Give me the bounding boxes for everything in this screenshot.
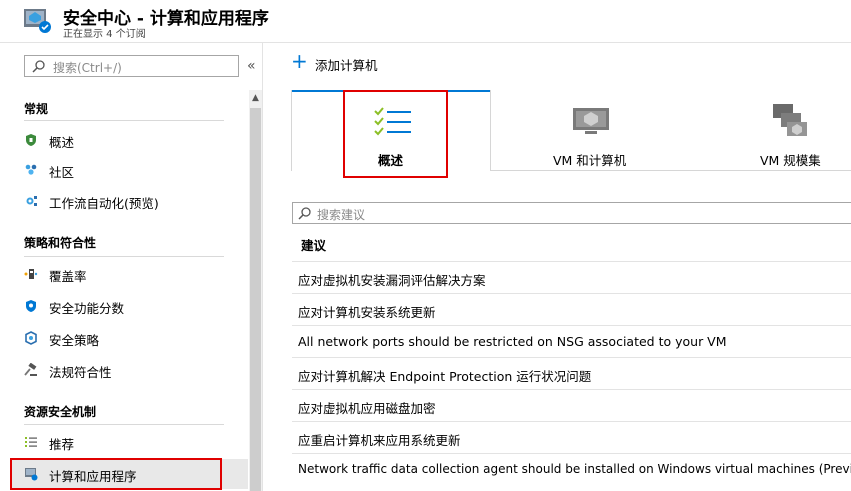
sidebar-divider: [262, 43, 263, 491]
sidebar-item-recommendations[interactable]: 推荐: [10, 427, 248, 457]
search-placeholder: 搜索建议: [317, 208, 366, 222]
list-icon: [24, 434, 38, 448]
tab-vmss-label: VM 规模集: [760, 153, 821, 168]
coverage-icon: [24, 266, 38, 280]
vm-icon: [573, 106, 609, 140]
search-icon: [32, 60, 45, 73]
search-icon: [298, 207, 311, 220]
collapse-sidebar-button[interactable]: «: [247, 58, 256, 74]
compliance-icon: [24, 362, 38, 376]
community-icon: [24, 162, 38, 176]
sidebar-item-security-policy[interactable]: 安全策略: [10, 323, 248, 353]
column-header-recommendation[interactable]: 建议: [301, 235, 326, 254]
table-row[interactable]: 应对虚拟机应用磁盘加密: [292, 389, 851, 422]
subscription-count: 正在显示 4 个订阅: [63, 29, 146, 40]
sidebar-item-overview[interactable]: 概述: [10, 125, 248, 155]
sidebar-item-label: 工作流自动化(预览): [49, 196, 159, 211]
header-divider: [0, 42, 851, 43]
section-divider: [24, 120, 224, 121]
recommendation-text: 应重启计算机来应用系统更新: [298, 433, 461, 448]
table-row[interactable]: Network traffic data collection agent sh…: [292, 453, 851, 486]
sidebar-item-label: 安全策略: [49, 333, 100, 348]
sidebar-item-label: 覆盖率: [49, 269, 87, 284]
table-row[interactable]: 应重启计算机来应用系统更新: [292, 421, 851, 454]
sidebar-item-regulatory-compliance[interactable]: 法规符合性: [10, 355, 248, 385]
sidebar-item-workflow-automation[interactable]: 工作流自动化(预览): [10, 186, 248, 216]
sidebar-item-community[interactable]: 社区: [10, 155, 248, 185]
recommendation-text: 应对计算机解决 Endpoint Protection 运行状况问题: [298, 369, 592, 384]
sidebar-item-secure-score[interactable]: 安全功能分数: [10, 291, 248, 321]
sidebar-item-label: 概述: [49, 135, 75, 150]
plus-icon: +: [291, 49, 308, 73]
section-title-general: 常规: [24, 102, 49, 116]
recommendation-search-input[interactable]: 搜索建议: [292, 202, 851, 224]
scrollbar-thumb[interactable]: [250, 108, 261, 491]
table-row[interactable]: 应对计算机解决 Endpoint Protection 运行状况问题: [292, 357, 851, 390]
tab-vms-label: VM 和计算机: [553, 153, 627, 168]
tab-strip-baseline: [491, 170, 851, 171]
search-placeholder: 搜索(Ctrl+/): [53, 61, 122, 75]
recommendation-text: 应对虚拟机安装漏洞评估解决方案: [298, 273, 486, 288]
secure-score-icon: [24, 298, 38, 312]
section-divider: [24, 256, 224, 257]
sidebar-item-label: 推荐: [49, 437, 75, 452]
security-center-icon: [23, 6, 53, 34]
recommendation-text: All network ports should be restricted o…: [298, 334, 727, 349]
highlight-box: [343, 90, 448, 178]
recommendation-text: 应对虚拟机应用磁盘加密: [298, 401, 436, 416]
add-computer-label: 添加计算机: [315, 58, 378, 73]
section-title-resource-security: 资源安全机制: [24, 405, 97, 419]
table-row[interactable]: All network ports should be restricted o…: [292, 325, 851, 358]
vmss-icon: [773, 104, 809, 142]
table-row[interactable]: 应对计算机安装系统更新: [292, 293, 851, 326]
policy-icon: [24, 330, 38, 345]
table-row[interactable]: 应对虚拟机安装漏洞评估解决方案: [292, 261, 851, 294]
recommendation-text: 应对计算机安装系统更新: [298, 305, 436, 320]
sidebar-item-label: 安全功能分数: [49, 301, 125, 316]
recommendation-text: Network traffic data collection agent sh…: [298, 462, 851, 476]
shield-icon: [24, 132, 38, 146]
scroll-up-arrow-icon[interactable]: ▲: [252, 93, 259, 103]
workflow-icon: [24, 193, 38, 207]
sidebar-item-coverage[interactable]: 覆盖率: [10, 259, 248, 289]
section-title-policy-compliance: 策略和符合性: [24, 236, 97, 250]
sidebar-item-label: 法规符合性: [49, 365, 112, 380]
sidebar-search-input[interactable]: 搜索(Ctrl+/): [24, 55, 239, 77]
highlight-box: [10, 458, 222, 490]
sidebar-item-label: 社区: [49, 165, 75, 180]
section-divider: [24, 424, 224, 425]
